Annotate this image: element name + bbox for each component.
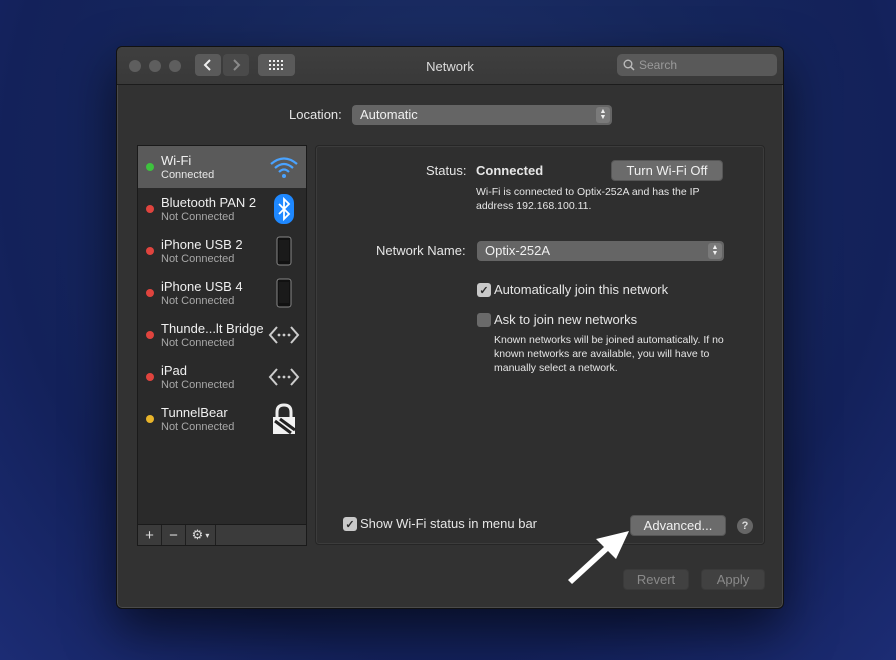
wifi-detail-panel: Status: Connected Turn Wi-Fi Off Wi-Fi i…: [315, 145, 765, 545]
location-value: Automatic: [360, 107, 418, 122]
service-item[interactable]: Thunde...lt Bridge Not Connected: [138, 314, 306, 356]
ask-join-label: Ask to join new networks: [494, 312, 638, 327]
service-list-controls: + − ⚙ ▾: [137, 525, 307, 546]
help-button[interactable]: ?: [737, 518, 753, 534]
service-item[interactable]: iPhone USB 4 Not Connected: [138, 272, 306, 314]
service-status: Not Connected: [161, 421, 235, 433]
chevron-down-icon: ▾: [205, 530, 210, 540]
location-popup[interactable]: Automatic ▲ ▼: [352, 105, 612, 125]
apply-button[interactable]: Apply: [701, 569, 765, 590]
updown-arrows-icon: ▲ ▼: [708, 243, 722, 259]
search-icon: [623, 59, 635, 71]
service-name: iPad: [161, 363, 188, 378]
updown-arrows-icon: ▲ ▼: [596, 107, 610, 123]
service-item[interactable]: Wi-Fi Connected: [138, 146, 306, 188]
show-status-label: Show Wi-Fi status in menu bar: [360, 516, 538, 531]
location-label: Location:: [289, 107, 342, 122]
gear-icon: ⚙: [191, 527, 204, 542]
service-status: Not Connected: [161, 337, 235, 349]
service-item[interactable]: TunnelBear Not Connected: [138, 398, 306, 440]
service-name: iPhone USB 4: [161, 279, 243, 294]
service-status: Connected: [161, 169, 215, 181]
network-name-value: Optix-252A: [485, 243, 551, 258]
search-input[interactable]: [639, 58, 769, 72]
auto-join-label: Automatically join this network: [494, 282, 669, 297]
status-dot: [146, 247, 154, 255]
service-name: iPhone USB 2: [161, 237, 243, 252]
bluetooth-icon: [268, 193, 300, 225]
network-preferences-window: Network Location: Automatic ▲▼ Wi-FiConn…: [116, 46, 784, 609]
service-name: Thunde...lt Bridge: [161, 321, 264, 336]
ask-join-description: Known networks will be joined automatica…: [494, 334, 724, 374]
status-description: Wi-Fi is connected to Optix-252A and has…: [476, 186, 700, 212]
service-name: Wi-Fi: [161, 153, 192, 168]
iphone-icon: [268, 277, 300, 309]
service-status: Not Connected: [161, 379, 235, 391]
turn-wifi-off-button[interactable]: Turn Wi-Fi Off: [611, 160, 723, 181]
ethernet-icon: [268, 361, 300, 393]
status-dot: [146, 415, 154, 423]
service-list: Wi-Fi Connected Bluetooth PAN 2 Not Connect…: [137, 145, 307, 525]
iphone-icon: [268, 235, 300, 267]
status-dot: [146, 331, 154, 339]
ethernet-icon: [268, 319, 300, 351]
network-name-label: Network Name:: [376, 243, 466, 258]
network-name-popup[interactable]: Optix-252A ▲ ▼: [477, 241, 724, 261]
status-dot: [146, 289, 154, 297]
service-status: Not Connected: [161, 295, 235, 307]
advanced-button[interactable]: Advanced...: [630, 515, 726, 536]
service-status: Not Connected: [161, 253, 235, 265]
service-status: Not Connected: [161, 211, 235, 223]
show-status-checkbox[interactable]: ✓: [343, 517, 357, 531]
status-label: Status:: [426, 163, 467, 178]
add-service-button[interactable]: +: [138, 525, 162, 545]
wifi-icon: [268, 151, 300, 183]
ask-join-checkbox[interactable]: [477, 313, 491, 327]
auto-join-checkbox[interactable]: ✓: [477, 283, 491, 297]
service-item[interactable]: iPad Not Connected: [138, 356, 306, 398]
status-dot: [146, 373, 154, 381]
service-name: Bluetooth PAN 2: [161, 195, 257, 210]
status-dot: [146, 163, 154, 171]
service-item[interactable]: Bluetooth PAN 2 Not Connected: [138, 188, 306, 230]
remove-service-button[interactable]: −: [162, 525, 186, 545]
action-menu-button[interactable]: ⚙ ▾: [186, 525, 216, 545]
search-field[interactable]: [617, 54, 777, 76]
service-item[interactable]: iPhone USB 2 Not Connected: [138, 230, 306, 272]
status-value: Connected: [476, 163, 544, 178]
service-name: TunnelBear: [161, 405, 228, 420]
status-dot: [146, 205, 154, 213]
title-bar: Network: [117, 47, 783, 85]
lock-icon: [268, 403, 300, 435]
pointer-arrow-annotation: [568, 531, 629, 584]
